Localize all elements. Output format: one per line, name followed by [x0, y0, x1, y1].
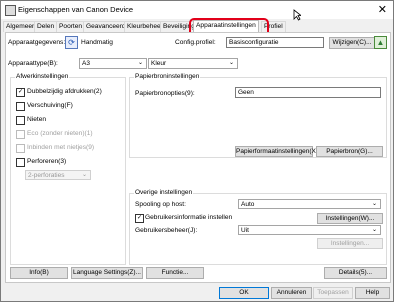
paper-source-group: Papierbroninstellingen Papierbronopties(…	[129, 73, 387, 158]
paper-format-settings-button[interactable]: Papierformaatinstellingen(X)...	[235, 146, 323, 157]
chevron-down-icon: ⌄	[81, 172, 87, 178]
mouse-cursor-icon	[293, 9, 301, 21]
function-button[interactable]: Functie...	[146, 267, 204, 279]
window-title: Eigenschappen van Canon Device	[18, 5, 134, 14]
duplex-label: Dubbelzijdig afdrukken(2)	[27, 88, 102, 95]
shift-checkbox[interactable]	[16, 102, 25, 111]
other-settings-title: Overige instellingen	[134, 189, 194, 196]
staple-checkbox[interactable]	[16, 116, 25, 125]
device-settings-panel: Apparaatgegevens: ⟳ Handmatig Config.pro…	[5, 32, 391, 283]
color-select[interactable]: Kleur ⌄	[148, 58, 238, 69]
spooling-select[interactable]: Auto ⌄	[238, 199, 381, 209]
punch-checkbox[interactable]	[16, 158, 25, 167]
settings-w-button[interactable]: Instellingen(W)...	[317, 213, 383, 224]
language-settings-button[interactable]: Language Settings(Z)...	[71, 267, 143, 279]
paper-source-title: Papierbroninstellingen	[134, 73, 201, 80]
finishing-title: Afwerkinstellingen	[15, 73, 70, 80]
device-type-label: Apparaattype(B):	[8, 60, 58, 67]
cancel-button[interactable]: Annuleren	[271, 287, 312, 299]
shift-label: Verschuiving(F)	[27, 102, 73, 109]
change-config-button[interactable]: Wijzigen(C)...	[329, 37, 375, 49]
info-button[interactable]: Info(B)	[10, 267, 68, 279]
apply-profile-icon[interactable]: ▲	[374, 36, 387, 49]
device-type-value: A3	[82, 60, 90, 67]
chevron-down-icon: ⌄	[371, 227, 377, 233]
tab-poorten[interactable]: Poorten	[56, 21, 86, 32]
config-profile-label: Config.profiel:	[175, 39, 216, 46]
eco-staple-label: Eco (zonder nieten)(1)	[27, 130, 93, 137]
spooling-value: Auto	[241, 201, 255, 208]
staple-label: Nieten	[27, 116, 47, 123]
details-button[interactable]: Details(5)...	[324, 267, 387, 279]
user-management-label: Gebruikersbeheer(J):	[135, 227, 198, 234]
other-settings-group: Overige instellingen Spooling op host: A…	[129, 189, 387, 265]
settings-disabled-button[interactable]: Instellingen...	[317, 238, 383, 249]
punch-positions-select[interactable]: 2-perforaties ⌄	[25, 170, 91, 180]
finishing-group: Afwerkinstellingen ✓ Dubbelzijdig afdruk…	[10, 73, 126, 265]
help-button[interactable]: Help	[355, 287, 390, 299]
duplex-checkbox[interactable]: ✓	[16, 88, 25, 97]
userinfo-checkbox[interactable]: ✓	[135, 214, 144, 223]
chevron-down-icon: ⌄	[228, 60, 234, 66]
chevron-down-icon: ⌄	[371, 201, 377, 207]
spooling-label: Spooling op host:	[135, 201, 186, 208]
refresh-icon[interactable]: ⟳	[65, 36, 78, 49]
binding-staple-label: Inbinden met nietjes(9)	[27, 144, 95, 151]
tab-geavanceerd[interactable]: Geavanceerd	[83, 21, 129, 32]
close-icon[interactable]: ✕	[378, 3, 387, 16]
manual-label: Handmatig	[81, 39, 113, 46]
title-bar: Eigenschappen van Canon Device ✕	[1, 1, 393, 19]
config-profile-field[interactable]: Basisconfiguratie	[226, 37, 324, 48]
device-info-label: Apparaatgegevens:	[8, 39, 66, 46]
binding-staple-checkbox[interactable]	[16, 144, 25, 153]
paper-options-label: Papierbronopties(9):	[135, 90, 195, 97]
user-management-select[interactable]: Uit ⌄	[238, 225, 381, 235]
punch-positions-value: 2-perforaties	[28, 172, 65, 179]
user-management-value: Uit	[241, 227, 249, 234]
punch-label: Perforeren(3)	[27, 158, 67, 165]
device-type-select[interactable]: A3 ⌄	[79, 58, 147, 69]
properties-window: Eigenschappen van Canon Device ✕ Algemee…	[0, 0, 394, 302]
chevron-down-icon: ⌄	[137, 60, 143, 66]
tab-delen[interactable]: Delen	[34, 21, 58, 32]
ok-button[interactable]: OK	[219, 287, 269, 299]
eco-staple-checkbox[interactable]	[16, 130, 25, 139]
printer-icon	[5, 5, 16, 16]
userinfo-label: Gebruikersinformatie instellen	[145, 214, 233, 221]
paper-source-button[interactable]: Papierbron(G)...	[316, 146, 383, 157]
paper-options-field[interactable]: Geen	[235, 87, 381, 98]
apply-button[interactable]: Toepassen	[313, 287, 353, 299]
color-value: Kleur	[151, 60, 167, 67]
